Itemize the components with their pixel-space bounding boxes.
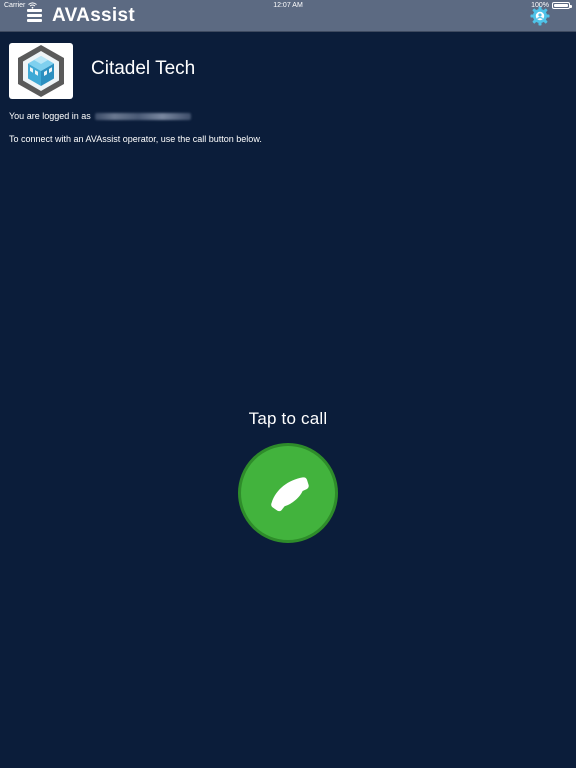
call-button[interactable] (238, 443, 338, 543)
status-time: 12:07 AM (273, 2, 303, 9)
app-screen: AVAssist Carrier 12:07 AM 100% Citadel T… (0, 0, 576, 768)
battery-icon (552, 2, 572, 9)
company-logo (9, 43, 73, 99)
tap-to-call-label: Tap to call (248, 409, 328, 428)
status-bar: Carrier 12:07 AM 100% (0, 0, 576, 12)
logged-in-label: You are logged in as (9, 111, 91, 121)
logged-in-status: You are logged in as (9, 111, 191, 121)
redacted-user-email (94, 112, 191, 120)
phone-icon (271, 477, 309, 512)
battery-percent: 100% (531, 2, 549, 9)
connect-instructions: To connect with an AVAssist operator, us… (9, 134, 262, 144)
company-name: Citadel Tech (91, 58, 196, 79)
battery-indicator: 100% (531, 2, 572, 9)
citadel-cube-logo-icon (18, 45, 64, 97)
